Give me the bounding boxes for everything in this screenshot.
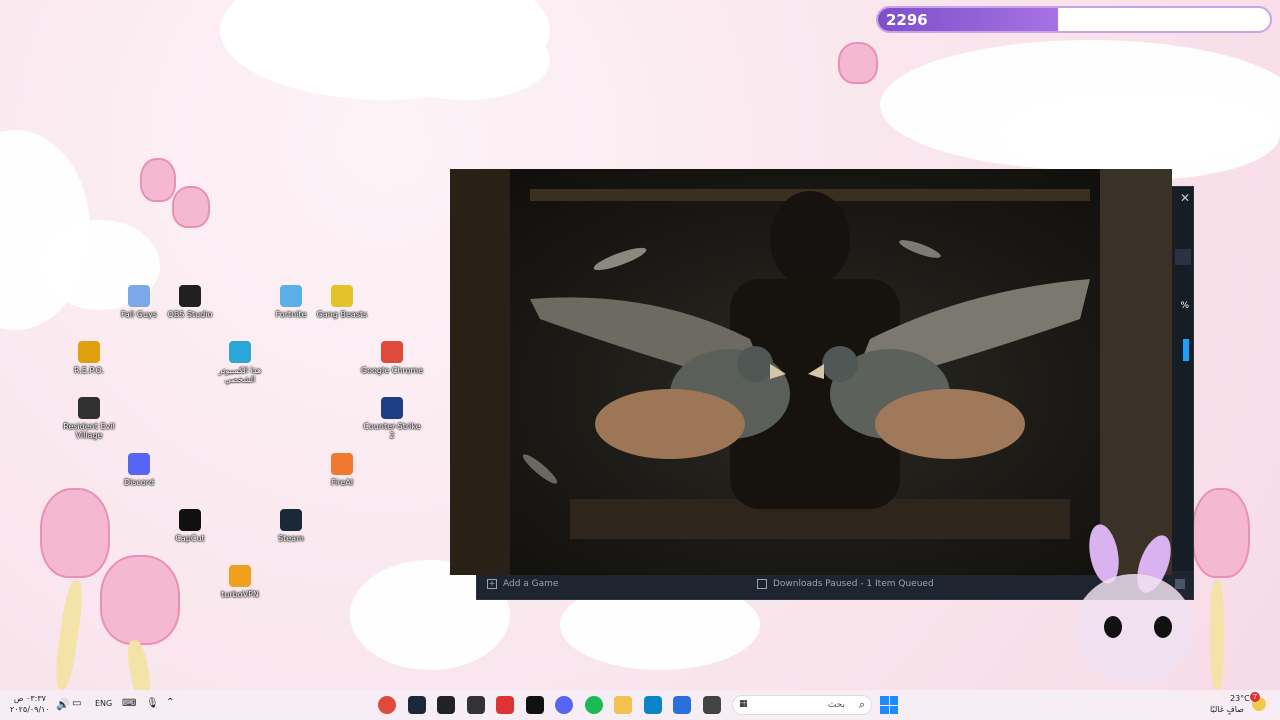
taskbar-roblox-icon[interactable] [496,696,514,714]
network-icon[interactable]: ▭ [72,698,81,709]
taskbar-tiktok-icon[interactable] [525,696,544,714]
chrome-icon [381,341,403,363]
desktop-icon-label: هذا الكمبيوتر الشخصي [218,366,262,384]
desktop-icon-steam[interactable]: Steam [259,509,323,543]
desktop-icon-label: Counter-Strike 2 [363,422,421,440]
turbovpn-icon [229,565,251,587]
desktop-icon-label: CapCut [175,534,205,543]
steam-icon [280,509,302,531]
weather-desc: صافٍ غالبًا [1210,705,1244,714]
desktop-icon-label: turboVPN [221,590,259,599]
desktop-icon-resident-evil[interactable]: Resident Evil Village [57,397,121,440]
add-game-icon[interactable]: + [487,579,497,589]
desktop-icon-cs2[interactable]: Counter-Strike 2 [360,397,424,440]
desktop-icon-label: Steam [278,534,304,543]
steam-progress-indicator [1183,339,1189,361]
goal-current: 2296 [886,11,928,29]
cs2-icon [381,397,403,419]
desktop-icon-label: OBS Studio [167,310,213,319]
desktop-icon-label: Gang Beasts [316,310,368,319]
taskbar: ٠٣:٣٧ ص ٢٠٢٥/٠٩/١٠ 🔊 ▭ ENG ⌨ 🎙 ⌃ ▦ بحث ⌕… [0,690,1280,720]
video-player[interactable] [450,169,1172,575]
obs-icon [179,285,201,307]
resident-evil-icon [78,397,100,419]
desktop-icon-label: Discord [123,478,155,487]
bunny-mascot-overlay [1060,522,1210,694]
notification-badge: 7 [1250,692,1260,702]
weather-widget[interactable]: 23°C صافٍ غالبًا 7 [1196,692,1272,717]
goal-label: متابعاتكم الحلوة [1068,13,1148,27]
fall-guys-icon [128,285,150,307]
steam-side-button[interactable] [1175,249,1191,265]
desktop-icon-label: R.E.P.O. [73,366,105,375]
chevron-up-icon[interactable]: ⌃ [166,697,174,708]
taskbar-store-icon[interactable] [673,696,691,714]
discord-icon [128,453,150,475]
gang-beasts-icon [331,285,353,307]
clock-date: ٢٠٢٥/٠٩/١٠ [10,705,50,714]
desktop-icon-label: Resident Evil Village [63,422,115,440]
fireai-icon [331,453,353,475]
microphone-icon[interactable]: 🎙 [146,698,159,709]
start-button[interactable] [880,696,898,714]
desktop-icon-gang-beasts[interactable]: Gang Beasts [310,285,374,319]
desktop-icon-this-pc[interactable]: هذا الكمبيوتر الشخصي [208,341,272,384]
pigeons-video-frame [450,169,1172,575]
taskbar-steam-icon[interactable] [407,696,426,714]
this-pc-icon [229,341,251,363]
desktop-icon-chrome[interactable]: Google Chrome [360,341,424,375]
desktop-icon-fireai[interactable]: FireAI [310,453,374,487]
desktop-icon-label: FireAI [330,478,354,487]
downloads-status[interactable]: Downloads Paused - 1 Item Queued [773,579,934,589]
capcut-icon [179,509,201,531]
volume-icon[interactable]: 🔊 [56,698,70,711]
clock[interactable]: ٠٣:٣٧ ص ٢٠٢٥/٠٩/١٠ [10,693,50,715]
taskbar-terminal-icon[interactable] [702,696,721,714]
weather-temp: 23°C [1230,694,1250,703]
language-indicator[interactable]: ENG [95,699,112,708]
keyboard-icon[interactable]: ⌨ [122,698,136,709]
repo-icon [78,341,100,363]
desktop-icon-repo[interactable]: R.E.P.O. [57,341,121,375]
fortnite-icon [280,285,302,307]
taskbar-edge-icon[interactable] [643,696,662,714]
desktop-icon-discord[interactable]: Discord [107,453,171,487]
close-icon[interactable]: ✕ [1180,191,1190,205]
taskbar-unity-icon[interactable] [466,696,485,714]
search-icon: ⌕ [858,698,865,711]
taskbar-folder-icon[interactable] [614,696,632,714]
goal-target: 5000 [1218,11,1260,29]
desktop-icon-capcut[interactable]: CapCut [158,509,222,543]
taskbar-spotify-icon[interactable] [584,696,603,714]
downloads-icon[interactable] [757,579,767,589]
desktop-icon-label: Google Chrome [360,366,424,375]
follower-goal-bar: 2296 متابعاتكم الحلوة 5000 [876,6,1272,33]
taskbar-obs-icon[interactable] [437,696,455,714]
search-decoration-icon: ▦ [739,699,748,709]
clock-time: ٠٣:٣٧ ص [13,694,46,703]
search-placeholder: بحث [827,700,845,710]
taskbar-chrome-icon[interactable] [378,696,396,714]
steam-percent: % [1180,301,1189,311]
add-game-button[interactable]: Add a Game [503,579,558,589]
taskbar-discord-icon[interactable] [555,696,573,714]
taskbar-search[interactable]: ▦ بحث ⌕ [732,695,872,715]
desktop-icon-obs[interactable]: OBS Studio [158,285,222,319]
desktop-icon-turbovpn[interactable]: turboVPN [208,565,272,599]
